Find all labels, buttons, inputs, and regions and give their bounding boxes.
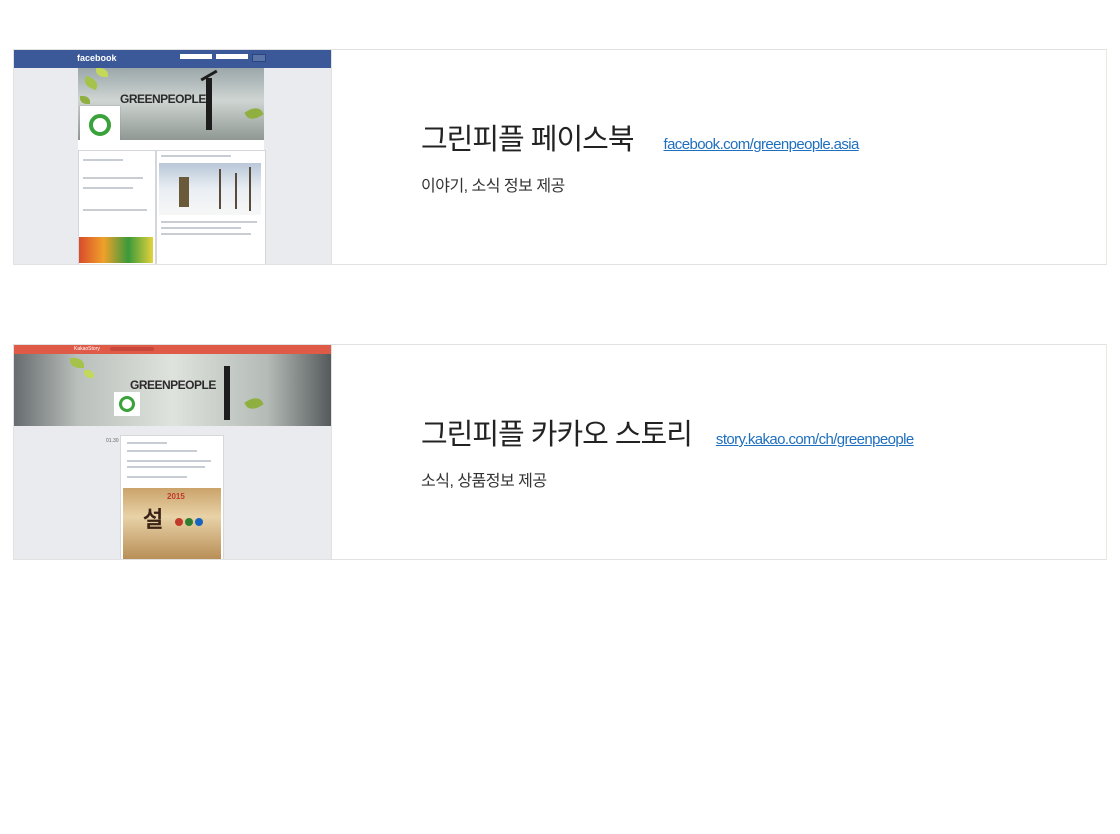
- facebook-card: facebook GREENPEOPLE 그린피플 페이스북 facebook.…: [13, 49, 1107, 265]
- facebook-page-thumbnail[interactable]: facebook GREENPEOPLE: [14, 50, 332, 264]
- facebook-title-row: 그린피플 페이스북 facebook.com/greenpeople.asia: [421, 116, 859, 158]
- kakaostory-cover-image: GREENPEOPLE: [14, 354, 331, 426]
- leaf-icon: [96, 68, 108, 77]
- facebook-logo: facebook: [77, 53, 117, 63]
- login-password-field: [216, 54, 248, 59]
- facebook-link[interactable]: facebook.com/greenpeople.asia: [664, 136, 860, 153]
- profile-picture: [114, 392, 140, 416]
- leaf-icon: [244, 394, 264, 413]
- facebook-top-bar: facebook: [14, 50, 331, 68]
- kakaostory-description: 소식, 상품정보 제공: [421, 473, 547, 490]
- kakaostory-link[interactable]: story.kakao.com/ch/greenpeople: [716, 431, 914, 448]
- login-button: [252, 54, 266, 62]
- kakaostory-page-thumbnail[interactable]: KakaoStory GREENPEOPLE 01.30 2015 설: [14, 345, 332, 559]
- banner-character: 설: [143, 507, 164, 533]
- kakaostory-title-row: 그린피플 카카오 스토리 story.kakao.com/ch/greenpeo…: [421, 411, 914, 453]
- post-date: 01.30: [106, 438, 119, 444]
- kakaostory-card: KakaoStory GREENPEOPLE 01.30 2015 설 그린피플…: [13, 344, 1107, 560]
- new-year-banner: 2015 설: [123, 488, 221, 559]
- facebook-info: 그린피플 페이스북 facebook.com/greenpeople.asia …: [421, 50, 1106, 264]
- login-email-field: [180, 54, 212, 59]
- leaf-icon: [80, 96, 90, 104]
- leaf-icon: [84, 370, 94, 378]
- kakaostory-search-field: [110, 347, 154, 351]
- kakaostory-logo: KakaoStory: [74, 346, 100, 352]
- kakaostory-title: 그린피플 카카오 스토리: [421, 419, 693, 451]
- post-photo: [159, 163, 261, 215]
- greenpeople-logo: GREENPEOPLE: [120, 92, 206, 106]
- recycle-logo-icon: [89, 114, 111, 136]
- facebook-title: 그린피플 페이스북: [421, 124, 634, 156]
- person-figure: [179, 177, 189, 207]
- recycle-logo-icon: [119, 396, 135, 412]
- kakaostory-post: 2015 설: [120, 435, 224, 559]
- promo-banner: [79, 237, 153, 263]
- timeline-post: [156, 150, 266, 264]
- leaf-icon: [244, 104, 264, 123]
- greenpeople-logo: GREENPEOPLE: [130, 378, 216, 392]
- leaf-icon: [82, 75, 100, 91]
- facebook-description: 이야기, 소식 정보 제공: [421, 178, 565, 195]
- kakaostory-info: 그린피플 카카오 스토리 story.kakao.com/ch/greenpeo…: [421, 345, 1106, 559]
- golfer-figure: [224, 366, 230, 420]
- kakaostory-top-bar: KakaoStory: [14, 345, 331, 354]
- left-column: [78, 150, 156, 264]
- banner-year: 2015: [167, 492, 185, 501]
- golfer-figure: [206, 78, 212, 130]
- leaf-icon: [70, 358, 84, 368]
